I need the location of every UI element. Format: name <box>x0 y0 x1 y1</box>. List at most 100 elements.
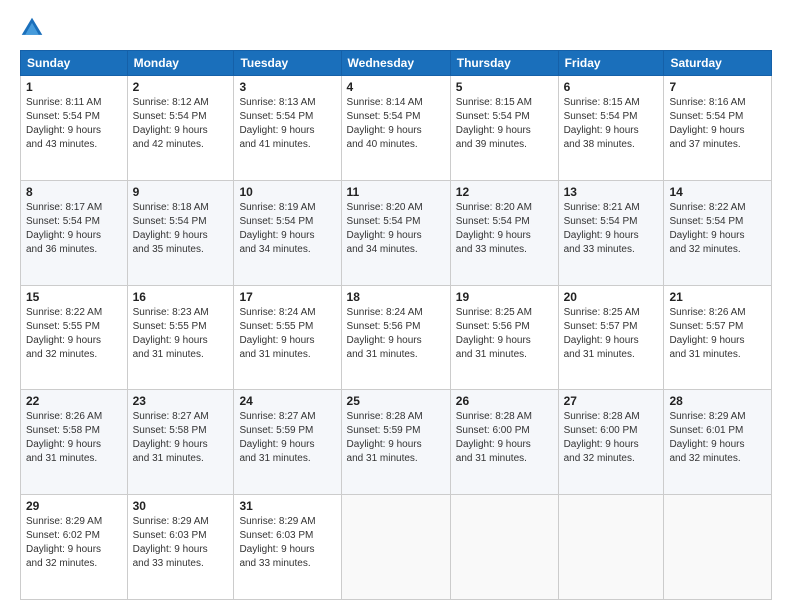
calendar-cell: 16 Sunrise: 8:23 AM Sunset: 5:55 PM Dayli… <box>127 285 234 390</box>
calendar-header-thursday: Thursday <box>450 51 558 76</box>
calendar-cell: 17 Sunrise: 8:24 AM Sunset: 5:55 PM Dayli… <box>234 285 341 390</box>
calendar-header-sunday: Sunday <box>21 51 128 76</box>
day-number: 1 <box>26 80 122 94</box>
day-info: Sunrise: 8:29 AM Sunset: 6:03 PM Dayligh… <box>239 515 335 571</box>
calendar-table: SundayMondayTuesdayWednesdayThursdayFrid… <box>20 50 772 600</box>
calendar-cell: 30Sunrise: 8:29 AM Sunset: 6:03 PM Dayli… <box>127 495 234 600</box>
day-number: 3 <box>239 80 335 94</box>
day-info: Sunrise: 8:27 AM Sunset: 5:58 PM Dayligh… <box>133 410 229 466</box>
day-number: 18 <box>347 290 445 304</box>
day-info: Sunrise: 8:29 AM Sunset: 6:02 PM Dayligh… <box>26 515 122 571</box>
day-number: 9 <box>133 185 229 199</box>
day-info: Sunrise: 8:15 AM Sunset: 5:54 PM Dayligh… <box>564 96 659 152</box>
calendar-cell: 4 Sunrise: 8:14 AM Sunset: 5:54 PM Daylig… <box>341 76 450 181</box>
calendar-cell: 5 Sunrise: 8:15 AM Sunset: 5:54 PM Daylig… <box>450 76 558 181</box>
day-number: 17 <box>239 290 335 304</box>
day-info: Sunrise: 8:11 AM Sunset: 5:54 PM Dayligh… <box>26 96 122 152</box>
day-info: Sunrise: 8:14 AM Sunset: 5:54 PM Dayligh… <box>347 96 445 152</box>
calendar-header-row: SundayMondayTuesdayWednesdayThursdayFrid… <box>21 51 772 76</box>
calendar-week-1: 1 Sunrise: 8:11 AM Sunset: 5:54 PM Daylig… <box>21 76 772 181</box>
day-info: Sunrise: 8:22 AM Sunset: 5:54 PM Dayligh… <box>669 201 766 257</box>
day-info: Sunrise: 8:29 AM Sunset: 6:01 PM Dayligh… <box>669 410 766 466</box>
day-number: 4 <box>347 80 445 94</box>
day-number: 22 <box>26 394 122 408</box>
day-info: Sunrise: 8:20 AM Sunset: 5:54 PM Dayligh… <box>347 201 445 257</box>
calendar-cell <box>341 495 450 600</box>
day-number: 25 <box>347 394 445 408</box>
day-info: Sunrise: 8:26 AM Sunset: 5:57 PM Dayligh… <box>669 306 766 362</box>
day-number: 11 <box>347 185 445 199</box>
day-info: Sunrise: 8:15 AM Sunset: 5:54 PM Dayligh… <box>456 96 553 152</box>
calendar-cell: 13Sunrise: 8:21 AM Sunset: 5:54 PM Dayli… <box>558 180 664 285</box>
page: SundayMondayTuesdayWednesdayThursdayFrid… <box>0 0 792 612</box>
calendar-cell: 29Sunrise: 8:29 AM Sunset: 6:02 PM Dayli… <box>21 495 128 600</box>
day-number: 31 <box>239 499 335 513</box>
day-number: 6 <box>564 80 659 94</box>
calendar-cell: 3 Sunrise: 8:13 AM Sunset: 5:54 PM Daylig… <box>234 76 341 181</box>
calendar-cell: 26 Sunrise: 8:28 AM Sunset: 6:00 PM Dayli… <box>450 390 558 495</box>
calendar-cell: 21 Sunrise: 8:26 AM Sunset: 5:57 PM Dayli… <box>664 285 772 390</box>
calendar-cell: 9Sunrise: 8:18 AM Sunset: 5:54 PM Daylig… <box>127 180 234 285</box>
logo-icon <box>20 16 44 40</box>
day-info: Sunrise: 8:21 AM Sunset: 5:54 PM Dayligh… <box>564 201 659 257</box>
day-number: 12 <box>456 185 553 199</box>
calendar-cell: 8 Sunrise: 8:17 AM Sunset: 5:54 PM Daylig… <box>21 180 128 285</box>
calendar-header-tuesday: Tuesday <box>234 51 341 76</box>
day-number: 19 <box>456 290 553 304</box>
day-info: Sunrise: 8:12 AM Sunset: 5:54 PM Dayligh… <box>133 96 229 152</box>
calendar-week-2: 8 Sunrise: 8:17 AM Sunset: 5:54 PM Daylig… <box>21 180 772 285</box>
calendar-cell: 14 Sunrise: 8:22 AM Sunset: 5:54 PM Dayli… <box>664 180 772 285</box>
header <box>20 16 772 40</box>
calendar-cell: 25Sunrise: 8:28 AM Sunset: 5:59 PM Dayli… <box>341 390 450 495</box>
calendar-cell <box>664 495 772 600</box>
day-number: 15 <box>26 290 122 304</box>
calendar-cell: 10 Sunrise: 8:19 AM Sunset: 5:54 PM Dayli… <box>234 180 341 285</box>
day-info: Sunrise: 8:25 AM Sunset: 5:56 PM Dayligh… <box>456 306 553 362</box>
calendar-cell: 1 Sunrise: 8:11 AM Sunset: 5:54 PM Daylig… <box>21 76 128 181</box>
calendar-cell: 20 Sunrise: 8:25 AM Sunset: 5:57 PM Dayli… <box>558 285 664 390</box>
day-number: 8 <box>26 185 122 199</box>
calendar-week-5: 29Sunrise: 8:29 AM Sunset: 6:02 PM Dayli… <box>21 495 772 600</box>
day-number: 30 <box>133 499 229 513</box>
calendar-cell: 7 Sunrise: 8:16 AM Sunset: 5:54 PM Daylig… <box>664 76 772 181</box>
day-info: Sunrise: 8:25 AM Sunset: 5:57 PM Dayligh… <box>564 306 659 362</box>
calendar-cell <box>450 495 558 600</box>
day-info: Sunrise: 8:26 AM Sunset: 5:58 PM Dayligh… <box>26 410 122 466</box>
day-number: 20 <box>564 290 659 304</box>
calendar-week-3: 15 Sunrise: 8:22 AM Sunset: 5:55 PM Dayli… <box>21 285 772 390</box>
day-info: Sunrise: 8:23 AM Sunset: 5:55 PM Dayligh… <box>133 306 229 362</box>
day-number: 5 <box>456 80 553 94</box>
day-info: Sunrise: 8:17 AM Sunset: 5:54 PM Dayligh… <box>26 201 122 257</box>
day-info: Sunrise: 8:22 AM Sunset: 5:55 PM Dayligh… <box>26 306 122 362</box>
day-info: Sunrise: 8:28 AM Sunset: 6:00 PM Dayligh… <box>564 410 659 466</box>
calendar-cell: 31 Sunrise: 8:29 AM Sunset: 6:03 PM Dayli… <box>234 495 341 600</box>
day-number: 26 <box>456 394 553 408</box>
day-info: Sunrise: 8:28 AM Sunset: 6:00 PM Dayligh… <box>456 410 553 466</box>
calendar-header-monday: Monday <box>127 51 234 76</box>
calendar-cell: 2 Sunrise: 8:12 AM Sunset: 5:54 PM Daylig… <box>127 76 234 181</box>
day-number: 16 <box>133 290 229 304</box>
day-number: 23 <box>133 394 229 408</box>
calendar-cell: 18Sunrise: 8:24 AM Sunset: 5:56 PM Dayli… <box>341 285 450 390</box>
day-info: Sunrise: 8:27 AM Sunset: 5:59 PM Dayligh… <box>239 410 335 466</box>
day-number: 7 <box>669 80 766 94</box>
calendar-cell: 24Sunrise: 8:27 AM Sunset: 5:59 PM Dayli… <box>234 390 341 495</box>
calendar-header-wednesday: Wednesday <box>341 51 450 76</box>
calendar-header-friday: Friday <box>558 51 664 76</box>
day-number: 2 <box>133 80 229 94</box>
day-number: 27 <box>564 394 659 408</box>
calendar-cell: 22 Sunrise: 8:26 AM Sunset: 5:58 PM Dayli… <box>21 390 128 495</box>
day-info: Sunrise: 8:19 AM Sunset: 5:54 PM Dayligh… <box>239 201 335 257</box>
logo <box>20 16 48 40</box>
day-number: 21 <box>669 290 766 304</box>
calendar-cell: 28 Sunrise: 8:29 AM Sunset: 6:01 PM Dayli… <box>664 390 772 495</box>
day-info: Sunrise: 8:24 AM Sunset: 5:55 PM Dayligh… <box>239 306 335 362</box>
calendar-cell: 19 Sunrise: 8:25 AM Sunset: 5:56 PM Dayli… <box>450 285 558 390</box>
day-number: 14 <box>669 185 766 199</box>
day-number: 28 <box>669 394 766 408</box>
day-info: Sunrise: 8:13 AM Sunset: 5:54 PM Dayligh… <box>239 96 335 152</box>
calendar-cell: 27 Sunrise: 8:28 AM Sunset: 6:00 PM Dayli… <box>558 390 664 495</box>
day-info: Sunrise: 8:16 AM Sunset: 5:54 PM Dayligh… <box>669 96 766 152</box>
calendar-cell: 6 Sunrise: 8:15 AM Sunset: 5:54 PM Daylig… <box>558 76 664 181</box>
day-number: 10 <box>239 185 335 199</box>
